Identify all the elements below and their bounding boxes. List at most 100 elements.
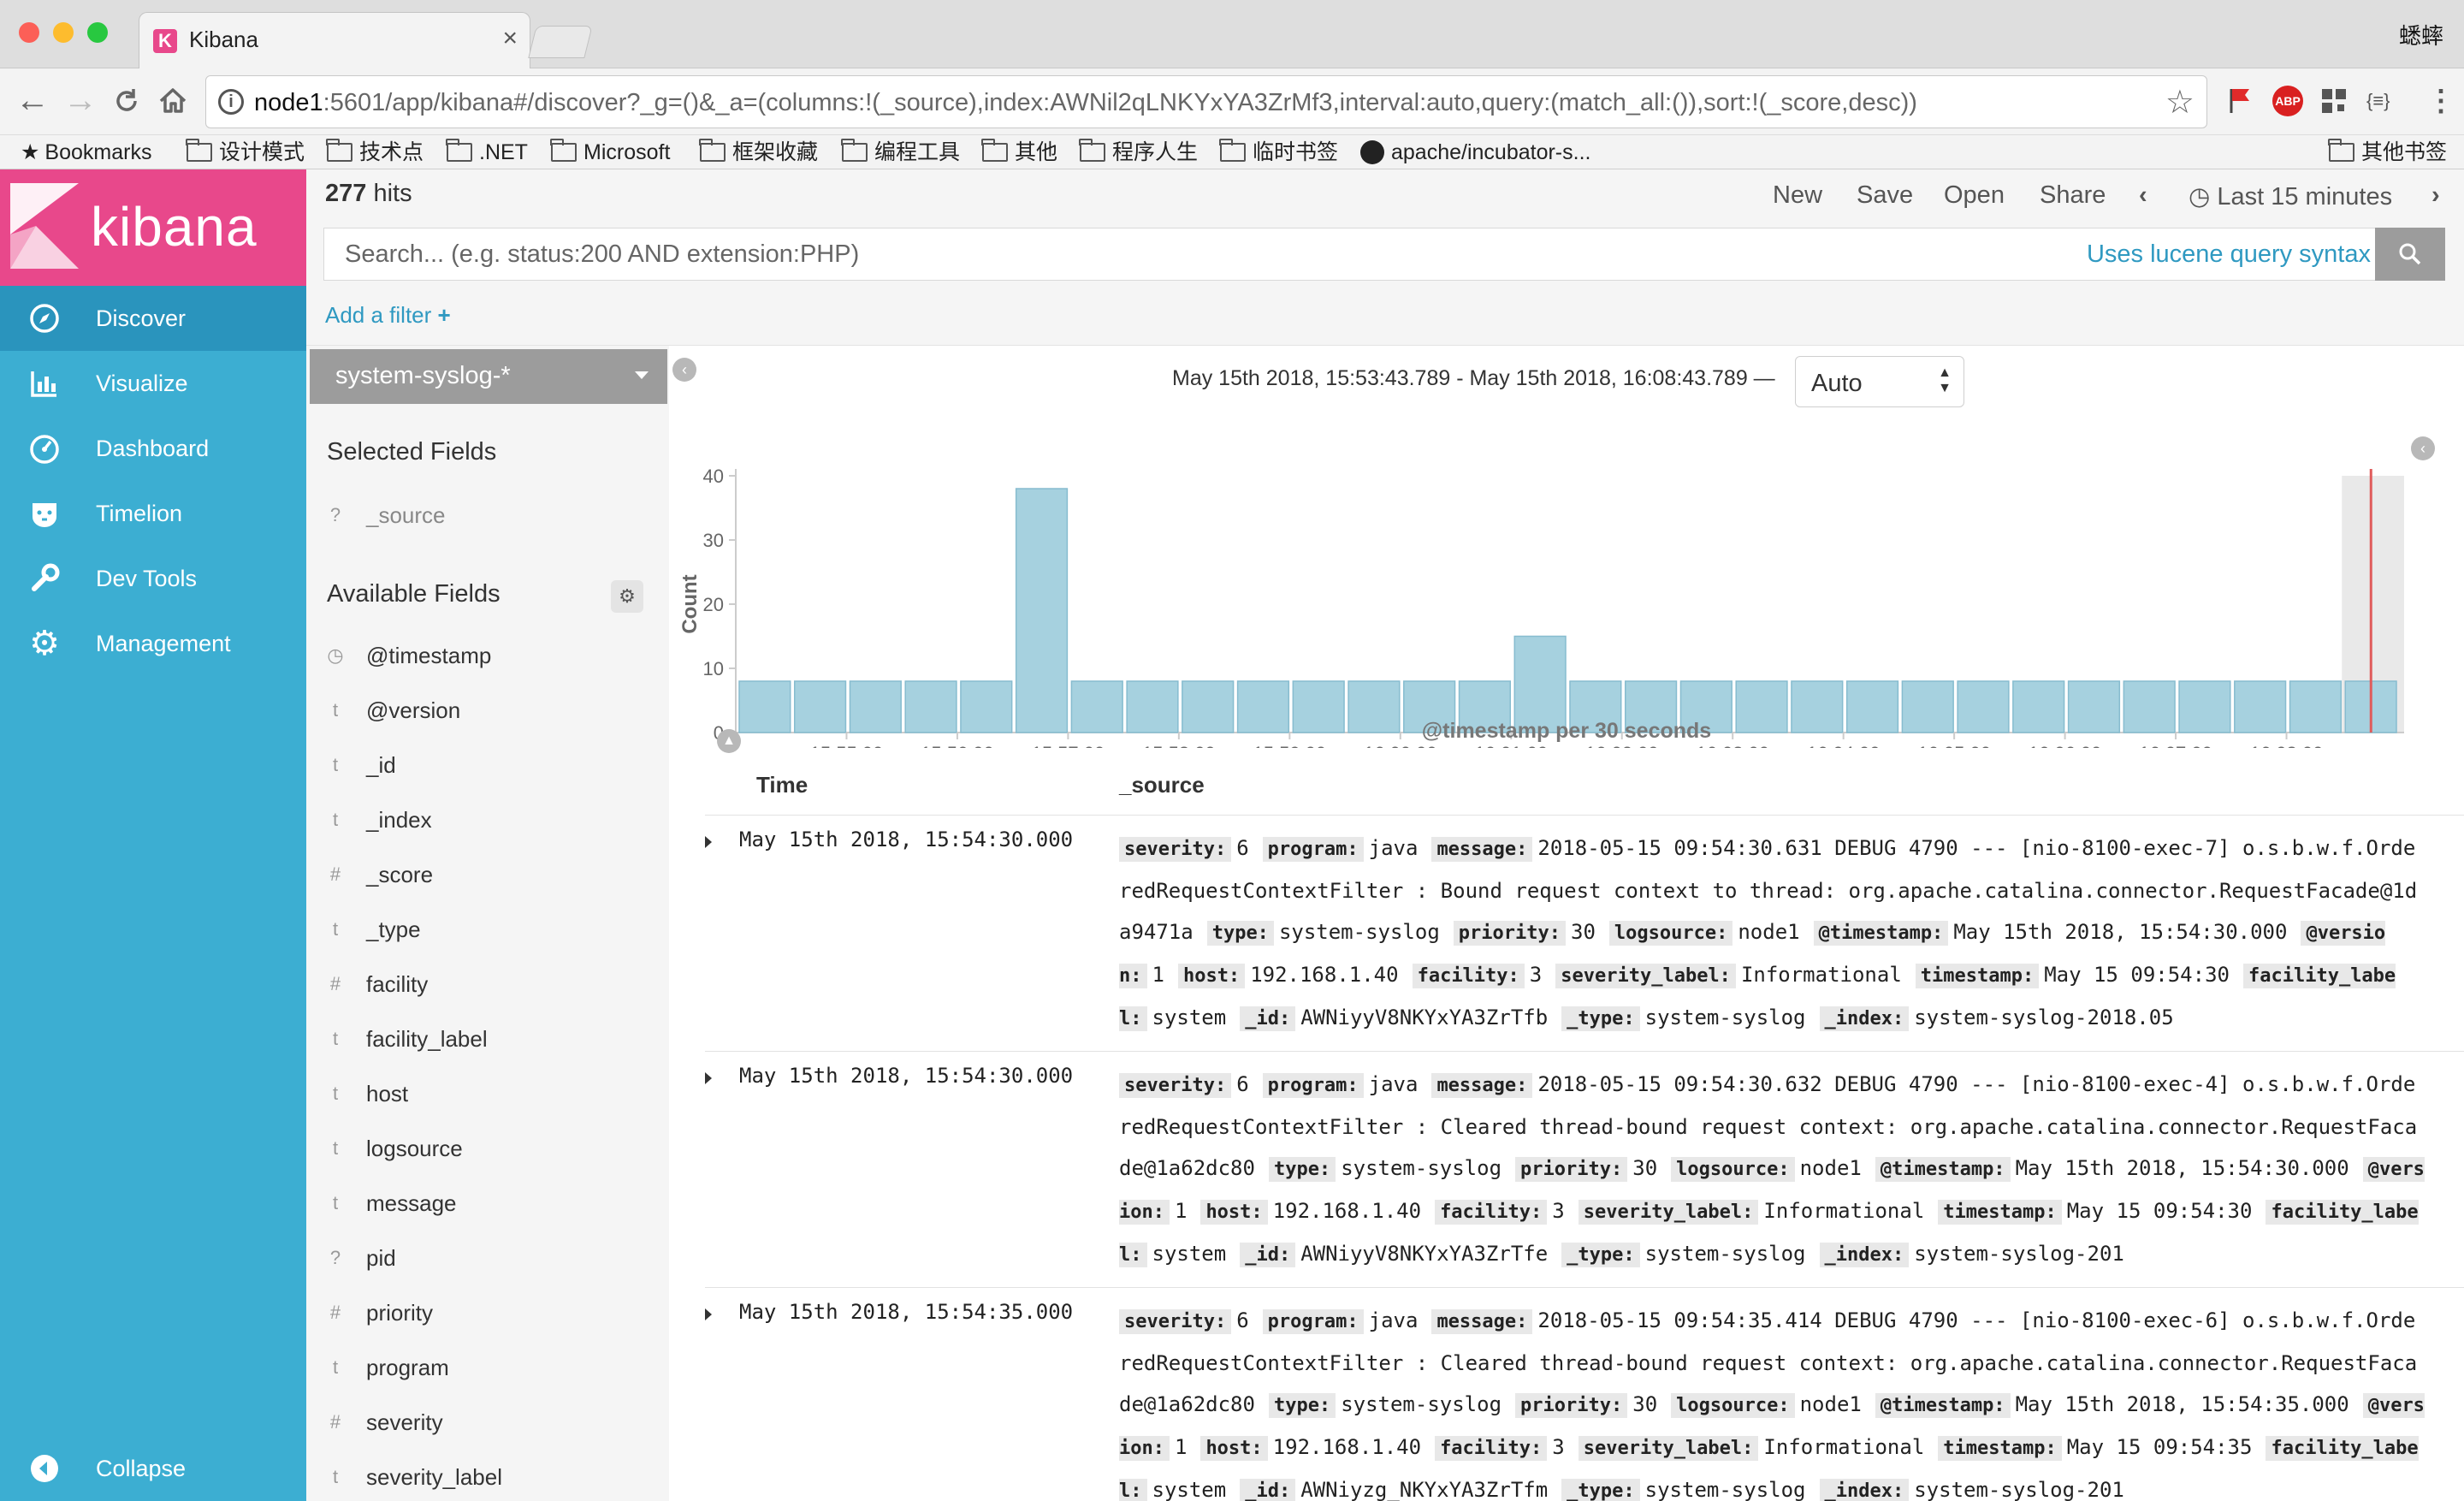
select-arrows-icon: ▲ ▼ [1938, 365, 1952, 395]
bookmark-folder[interactable]: 程序人生 [1079, 139, 1198, 166]
close-window-button[interactable] [19, 22, 39, 43]
new-button[interactable]: New [1773, 181, 1822, 210]
browser-menu-icon[interactable]: ⋮ [2426, 86, 2455, 116]
field-type-icon: t [332, 1356, 339, 1378]
column-header-source[interactable]: _source [1119, 772, 1205, 798]
source-field-key: facility: [1412, 964, 1525, 988]
row-time: May 15th 2018, 15:54:35.000 [739, 1300, 1074, 1324]
source-field-key: program: [1262, 1073, 1364, 1098]
share-button[interactable]: Share [2040, 181, 2106, 210]
back-arrow-icon[interactable]: ← [15, 79, 50, 122]
site-info-icon[interactable]: i [218, 89, 244, 115]
bookmark-item-bookmarks[interactable]: ★ Bookmarks [21, 139, 151, 166]
table-row[interactable]: May 15th 2018, 15:54:30.000 severity: 6 pr… [705, 1051, 2464, 1287]
add-filter-link[interactable]: Add a filter + [325, 302, 451, 329]
tab-close-icon[interactable]: × [502, 24, 518, 53]
tab-title: Kibana [189, 27, 258, 52]
minimize-window-button[interactable] [53, 22, 74, 43]
wrench-icon [32, 563, 60, 591]
forward-arrow-icon[interactable]: → [63, 79, 98, 122]
bookmark-label: 其他书签 [2361, 140, 2448, 164]
row-time: May 15th 2018, 15:54:30.000 [739, 828, 1074, 851]
qr-code-extension-icon[interactable] [2320, 87, 2348, 115]
bookmark-folder[interactable]: 其他 [981, 139, 1057, 166]
source-field-value: 192.168.1.40 [1272, 1435, 1422, 1459]
column-header-time[interactable]: Time [756, 772, 808, 798]
flag-extension-icon[interactable] [2228, 86, 2254, 115]
folder-icon [699, 139, 726, 162]
browser-tab[interactable]: K Kibana × [139, 12, 530, 68]
table-row[interactable]: May 15th 2018, 15:54:30.000 severity: 6 pr… [705, 815, 2464, 1051]
search-submit-button[interactable] [2375, 228, 2445, 281]
y-tick-label: 40 [703, 466, 724, 487]
sidebar-item-dev-tools[interactable]: Dev Tools [0, 546, 306, 611]
time-forward-chevron-icon[interactable]: › [2431, 181, 2440, 210]
histogram-bar[interactable] [1015, 488, 1069, 733]
search-placeholder: Search... (e.g. status:200 AND extension… [345, 240, 860, 268]
dashboard-icon [30, 435, 59, 464]
source-field-value: node1 [1799, 1156, 1862, 1180]
kibana-logo[interactable]: kibana [0, 169, 306, 286]
sidebar-item-discover[interactable]: Discover [0, 286, 306, 351]
field-settings-gear-icon[interactable]: ⚙ [611, 580, 643, 613]
sidebar-collapse-button[interactable]: Collapse [0, 1436, 306, 1501]
address-url[interactable]: node1:5601/app/kibana#/discover?_g=()&_a… [254, 89, 1917, 117]
collapse-sidebar-icon[interactable]: ‹ [672, 358, 696, 382]
y-axis-label: Count [678, 574, 702, 633]
bookmark-star-icon[interactable]: ☆ [2165, 83, 2194, 122]
source-field-key: _index: [1819, 1243, 1910, 1267]
sidebar-item-dashboard[interactable]: Dashboard [0, 416, 306, 481]
sidebar-item-timelion[interactable]: Timelion [0, 481, 306, 546]
source-field-value: Informational [1763, 1199, 1925, 1223]
folder-icon [841, 139, 868, 162]
bookmark-folder[interactable]: .NET [446, 139, 528, 166]
bookmark-label: 设计模式 [219, 140, 305, 164]
bookmark-folder[interactable]: 框架收藏 [699, 139, 818, 166]
reload-icon[interactable] [111, 86, 142, 116]
expand-row-caret-icon[interactable] [705, 1072, 712, 1084]
adblock-extension-icon[interactable]: ABP [2272, 86, 2303, 116]
field-name: host [366, 1081, 409, 1106]
field-name: severity_label [366, 1464, 502, 1490]
source-field-value: Informational [1740, 963, 1902, 987]
source-field-key: _id: [1240, 1006, 1296, 1031]
bookmark-folder[interactable]: 编程工具 [841, 139, 961, 166]
bookmark-label: 编程工具 [874, 140, 961, 164]
time-back-chevron-icon[interactable]: ‹ [2139, 181, 2147, 210]
save-button[interactable]: Save [1857, 181, 1913, 210]
bookmark-folder-other[interactable]: 其他书签 [2328, 139, 2448, 166]
lucene-syntax-link[interactable]: Uses lucene query syntax [2087, 240, 2371, 269]
bookmark-folder[interactable]: 设计模式 [186, 139, 305, 166]
json-viewer-extension-icon[interactable]: {≡} [2366, 86, 2390, 116]
browser-toolbar: ← → i node1:5601/app/kibana#/discover?_g… [0, 68, 2464, 135]
sidebar-item-management[interactable]: ⚙ Management [0, 611, 306, 676]
interval-select[interactable]: Auto ▲ ▼ [1795, 356, 1964, 407]
address-bar[interactable]: i node1:5601/app/kibana#/discover?_g=()&… [205, 75, 2207, 128]
bookmark-folder[interactable]: Microsoft [550, 139, 670, 166]
bookmark-item-github[interactable]: apache/incubator-s... [1360, 139, 1590, 166]
interval-value: Auto [1811, 370, 1863, 397]
new-tab-button[interactable] [528, 26, 593, 58]
source-field-key: severity: [1119, 1073, 1232, 1098]
y-tick-label: 10 [703, 658, 724, 679]
expand-row-caret-icon[interactable] [705, 836, 712, 848]
bookmark-label: Bookmarks [44, 140, 152, 164]
bookmark-folder[interactable]: 临时书签 [1219, 139, 1338, 166]
source-field-key: _id: [1240, 1243, 1296, 1267]
source-field-value: May 15th 2018, 15:54:35.000 [2015, 1392, 2349, 1416]
source-field-key: host: [1200, 1200, 1268, 1225]
query-search-input[interactable]: Search... (e.g. status:200 AND extension… [323, 228, 2392, 281]
hits-label: hits [373, 180, 412, 207]
open-button[interactable]: Open [1944, 181, 2005, 210]
available-fields-heading: Available Fields [327, 580, 500, 608]
source-field-value: system-syslog [1644, 1242, 1806, 1266]
expand-row-caret-icon[interactable] [705, 1308, 712, 1320]
sidebar-item-visualize[interactable]: Visualize [0, 351, 306, 416]
bookmark-folder[interactable]: 技术点 [326, 139, 424, 166]
time-picker-button[interactable]: ◷ Last 15 minutes [2189, 181, 2392, 211]
table-row[interactable]: May 15th 2018, 15:54:35.000 severity: 6 pr… [705, 1287, 2464, 1501]
home-icon[interactable] [156, 84, 190, 118]
index-pattern-select[interactable]: system-syslog-* [310, 349, 667, 404]
maximize-window-button[interactable] [87, 22, 108, 43]
browser-user-name[interactable]: 蟋蟀 [2399, 19, 2443, 50]
